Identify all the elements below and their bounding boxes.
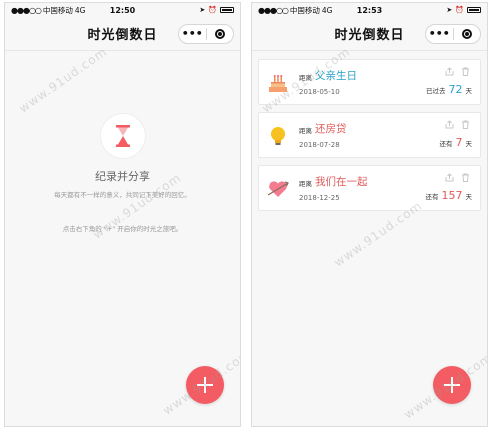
count-unit: 天 (465, 87, 473, 95)
share-icon[interactable] (445, 120, 454, 129)
event-actions (445, 120, 470, 129)
share-icon[interactable] (445, 173, 454, 182)
event-prefix: 距离 (299, 127, 312, 135)
nav-bar: 时光倒数日 ••• (252, 17, 487, 51)
cake-icon (267, 72, 289, 94)
event-card[interactable]: 距离 我们在一起 2018-12-25 还有 157 天 (258, 165, 481, 211)
empty-title: 纪录并分享 (95, 170, 150, 183)
status-bar: ●●●○○ 中国移动 4G 12:50 ➤ ⏰ (5, 3, 240, 17)
event-date: 2018-12-25 (299, 194, 340, 202)
trash-icon[interactable] (461, 173, 470, 182)
empty-state: 纪录并分享 每天都有不一样的意义，共同记下美好的回忆。 点击右下角的 "+" 开… (5, 113, 240, 233)
plus-icon (444, 377, 460, 393)
close-icon (214, 29, 225, 39)
trash-icon[interactable] (461, 120, 470, 129)
event-prefix: 距离 (299, 180, 312, 188)
page-title: 时光倒数日 (87, 28, 158, 43)
phone-screen-empty: ●●●○○ 中国移动 4G 12:50 ➤ ⏰ 时光倒数日 ••• 纪录并分享 … (4, 2, 241, 427)
watermark: www.91ud.com (16, 44, 110, 116)
event-actions (445, 67, 470, 76)
hourglass-icon (99, 113, 146, 159)
nav-bar: 时光倒数日 ••• (5, 17, 240, 51)
event-prefix: 距离 (299, 74, 312, 82)
count-unit: 天 (465, 140, 473, 148)
battery-icon (220, 7, 234, 13)
status-time: 12:53 (356, 5, 383, 15)
event-count: 还有 157 天 (426, 189, 473, 202)
status-time: 12:50 (109, 5, 136, 15)
count-label: 还有 (439, 140, 453, 148)
more-icon[interactable]: ••• (179, 25, 206, 43)
empty-description: 每天都有不一样的意义，共同记下美好的回忆。 (54, 191, 191, 199)
event-card[interactable]: 距离 父亲生日 2018-05-10 已过去 72 天 (258, 59, 481, 105)
trash-icon[interactable] (461, 67, 470, 76)
event-date: 2018-07-28 (299, 141, 340, 149)
empty-hint: 点击右下角的 "+" 开启你的时光之旅吧。 (62, 225, 183, 233)
share-icon[interactable] (445, 67, 454, 76)
close-button[interactable] (454, 29, 481, 39)
phone-screen-list: ●●●○○ 中国移动 4G 12:53 ➤ ⏰ 时光倒数日 ••• 距离 父亲生… (251, 2, 488, 427)
count-label: 还有 (425, 193, 439, 201)
status-bar: ●●●○○ 中国移动 4G 12:53 ➤ ⏰ (252, 3, 487, 17)
lightbulb-icon (267, 125, 289, 147)
count-label: 已过去 (426, 87, 446, 95)
event-name: 还房贷 (315, 123, 347, 135)
count-number: 7 (455, 136, 463, 149)
mini-program-capsule: ••• (425, 24, 481, 44)
page-title: 时光倒数日 (334, 28, 405, 43)
count-number: 72 (448, 83, 463, 96)
heart-icon (267, 178, 289, 200)
event-count: 还有 7 天 (440, 136, 473, 149)
add-event-button[interactable] (433, 366, 471, 404)
close-icon (461, 29, 472, 39)
event-date: 2018-05-10 (299, 88, 340, 96)
event-name: 我们在一起 (315, 176, 368, 188)
event-card[interactable]: 距离 还房贷 2018-07-28 还有 7 天 (258, 112, 481, 158)
event-count: 已过去 72 天 (426, 83, 472, 96)
event-name: 父亲生日 (315, 70, 357, 82)
mini-program-capsule: ••• (178, 24, 234, 44)
count-number: 157 (441, 189, 463, 202)
event-list: 距离 父亲生日 2018-05-10 已过去 72 天 距离 还房贷 2018-… (258, 59, 481, 218)
battery-icon (467, 7, 481, 13)
count-unit: 天 (465, 193, 473, 201)
more-icon[interactable]: ••• (426, 25, 453, 43)
close-button[interactable] (207, 29, 234, 39)
plus-icon (197, 377, 213, 393)
add-event-button[interactable] (186, 366, 224, 404)
event-actions (445, 173, 470, 182)
